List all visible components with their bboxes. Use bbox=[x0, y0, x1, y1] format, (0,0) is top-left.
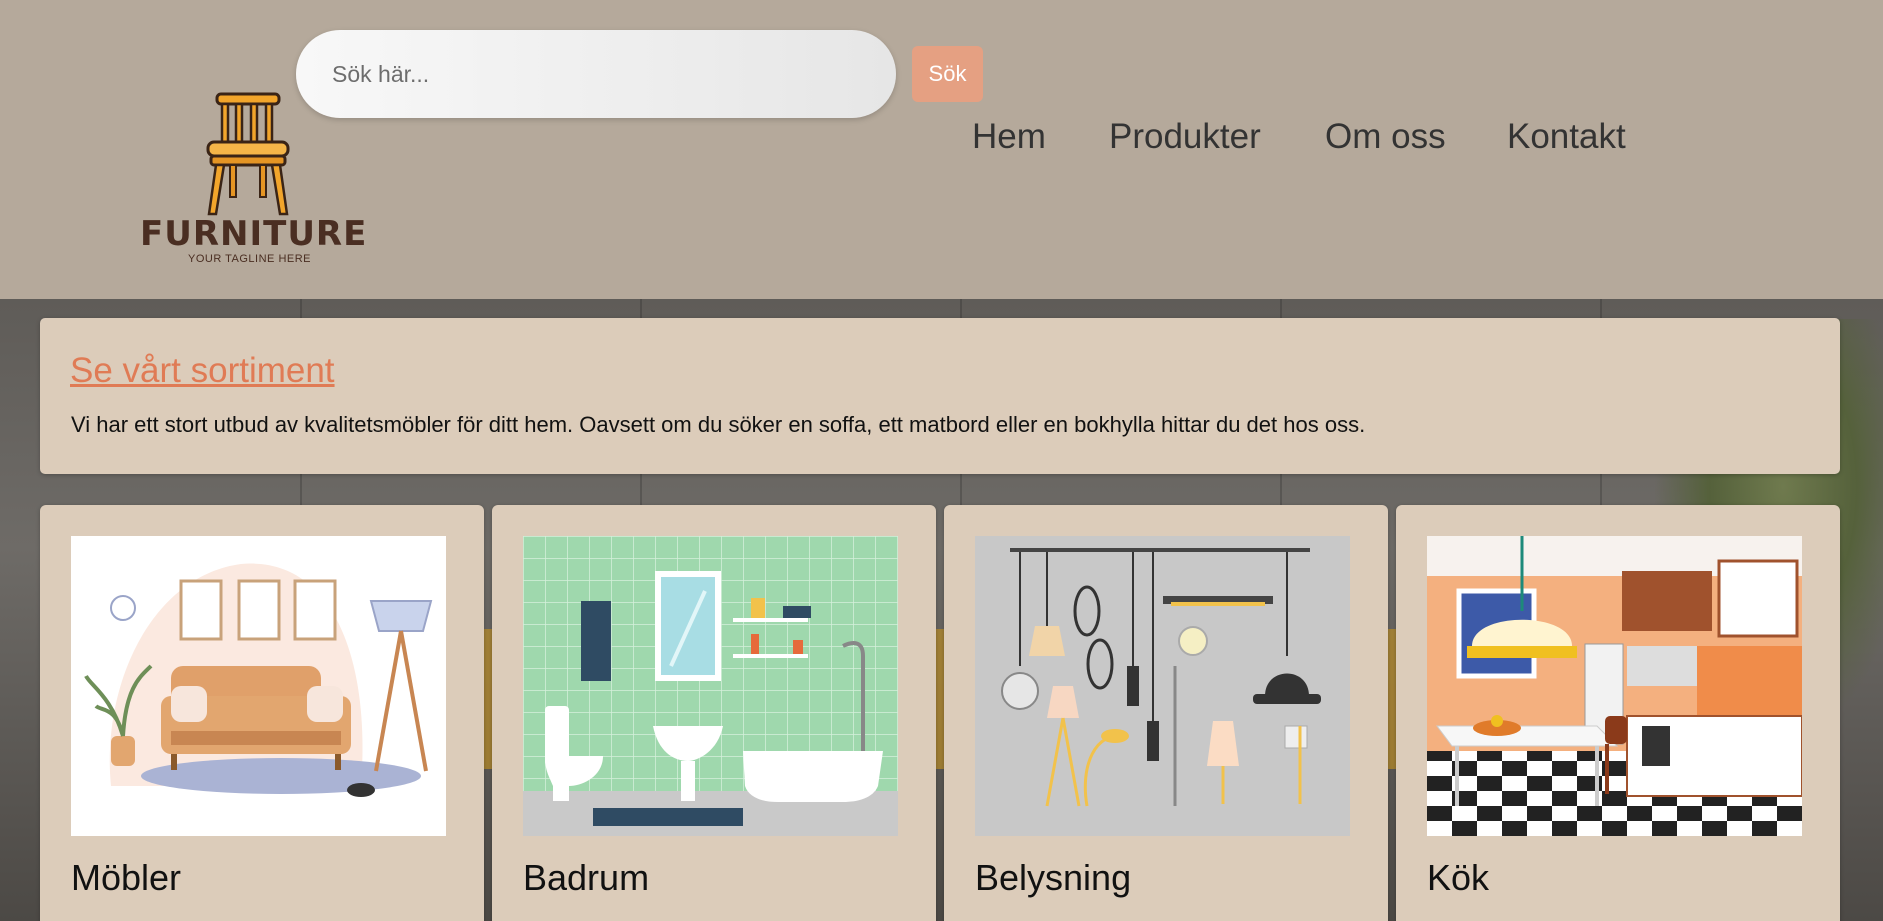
kitchen-illustration bbox=[1427, 536, 1802, 836]
assortment-link[interactable]: Se vårt sortiment bbox=[70, 351, 335, 391]
nav-item-produkter[interactable]: Produkter bbox=[1109, 117, 1261, 157]
category-title: Badrum bbox=[523, 857, 650, 898]
category-card-belysning[interactable]: Belysning bbox=[944, 505, 1388, 921]
category-title: Möbler bbox=[71, 857, 182, 898]
search-input[interactable] bbox=[296, 30, 896, 118]
bathroom-illustration bbox=[523, 536, 898, 836]
nav-item-om-oss[interactable]: Om oss bbox=[1325, 117, 1446, 157]
category-card-mobler[interactable]: Möbler bbox=[40, 505, 484, 921]
living-room-illustration bbox=[71, 536, 446, 836]
intro-text: Vi har ett stort utbud av kvalitetsmöble… bbox=[71, 412, 1366, 437]
chair-icon bbox=[206, 92, 290, 216]
intro-panel: Se vårt sortiment Vi har ett stort utbud… bbox=[40, 318, 1840, 474]
nav-item-hem[interactable]: Hem bbox=[972, 117, 1046, 157]
lamps-illustration bbox=[975, 536, 1350, 836]
logo-tagline: YOUR TAGLINE HERE bbox=[188, 253, 312, 265]
logo-wordmark: FURNITURE bbox=[140, 214, 368, 254]
site-header: FURNITURE YOUR TAGLINE HERE Sök Hem Prod… bbox=[0, 0, 1883, 299]
category-title: Kök bbox=[1427, 857, 1490, 898]
logo[interactable]: FURNITURE YOUR TAGLINE HERE bbox=[138, 90, 366, 270]
category-card-kok[interactable]: Kök bbox=[1396, 505, 1840, 921]
nav-item-kontakt[interactable]: Kontakt bbox=[1507, 117, 1626, 157]
category-card-badrum[interactable]: Badrum bbox=[492, 505, 936, 921]
category-title: Belysning bbox=[975, 857, 1132, 898]
search-button[interactable]: Sök bbox=[912, 46, 983, 102]
